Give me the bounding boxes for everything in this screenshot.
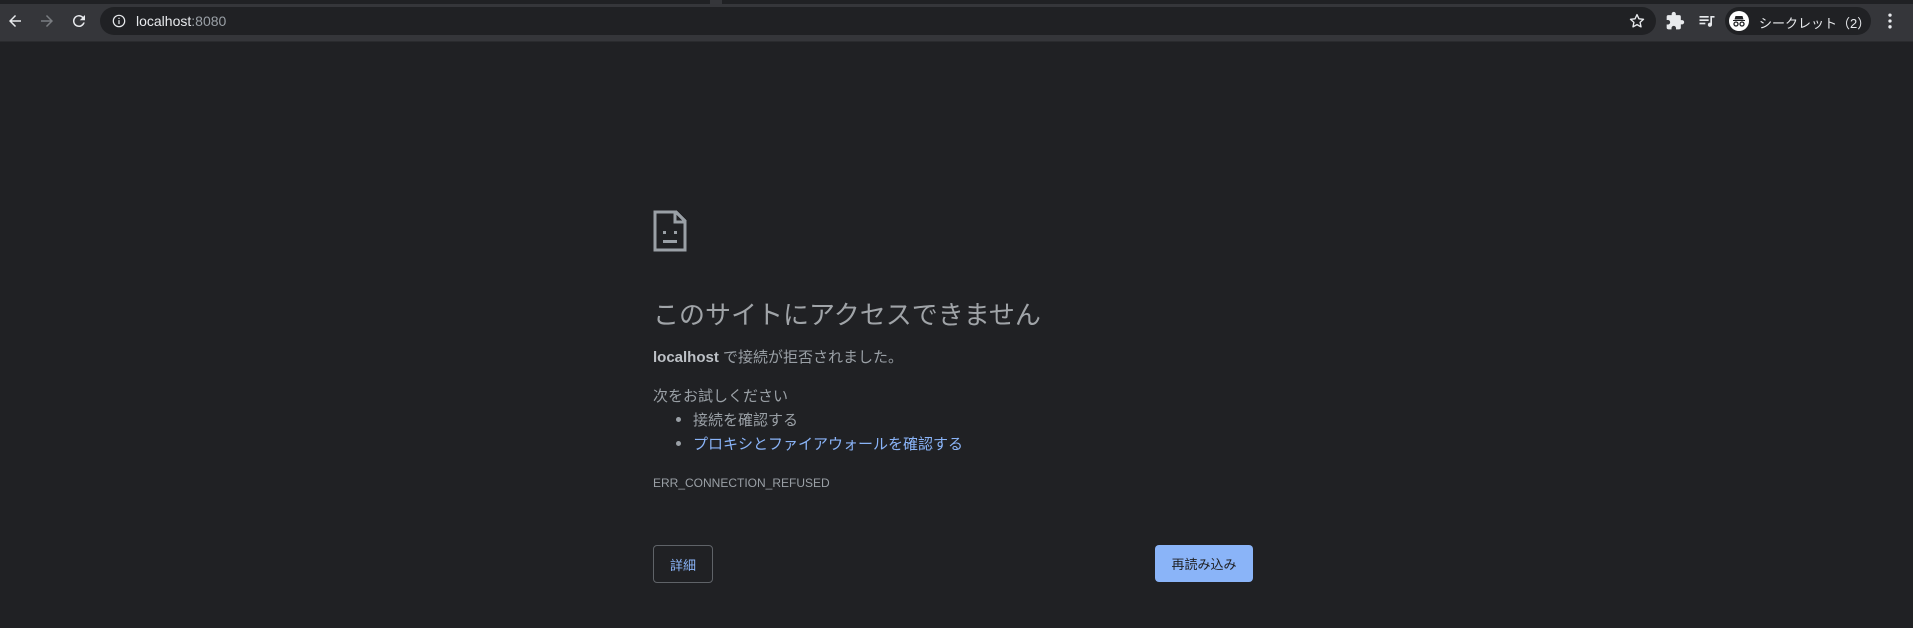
star-icon[interactable] <box>1628 12 1646 30</box>
info-icon[interactable] <box>112 14 126 28</box>
sad-document-icon <box>653 210 687 252</box>
back-button[interactable] <box>1 8 29 34</box>
error-host: localhost <box>653 349 719 366</box>
details-button[interactable]: 詳細 <box>653 545 713 583</box>
tab-separator <box>710 0 722 4</box>
address-bar[interactable]: localhost:8080 <box>100 7 1656 35</box>
forward-button[interactable] <box>33 8 61 34</box>
suggestion-check-proxy-firewall[interactable]: プロキシとファイアウォールを確認する <box>675 433 963 457</box>
url-host: localhost <box>136 13 192 29</box>
error-code: ERR_CONNECTION_REFUSED <box>653 476 830 490</box>
reload-button[interactable]: 再読み込み <box>1155 545 1253 582</box>
reload-icon <box>72 15 85 28</box>
incognito-icon <box>1729 11 1749 31</box>
url-text[interactable]: localhost:8080 <box>136 13 226 29</box>
suggestion-check-connection: 接続を確認する <box>675 409 963 433</box>
incognito-profile-button[interactable]: シークレット（2） <box>1725 7 1871 35</box>
queue-music-icon[interactable] <box>1697 11 1717 31</box>
tab-strip <box>0 0 1913 4</box>
suggestions-label: 次をお試しください <box>653 388 789 405</box>
incognito-label: シークレット（2） <box>1759 16 1871 31</box>
browser-toolbar: localhost:8080 シークレット（2） <box>0 0 1913 42</box>
arrow-left-icon <box>9 15 21 27</box>
url-port: :8080 <box>191 13 227 29</box>
suggestions-list: 接続を確認する プロキシとファイアウォールを確認する <box>675 409 963 457</box>
kebab-menu-icon[interactable] <box>1880 11 1900 31</box>
arrow-right-icon <box>41 15 53 27</box>
error-description: localhost で接続が拒否されました。 <box>653 346 903 367</box>
error-description-text: で接続が拒否されました。 <box>718 349 904 366</box>
reload-nav-button[interactable] <box>65 8 93 34</box>
error-heading: このサイトにアクセスできません <box>653 300 1041 330</box>
puzzle-icon[interactable] <box>1665 11 1685 31</box>
